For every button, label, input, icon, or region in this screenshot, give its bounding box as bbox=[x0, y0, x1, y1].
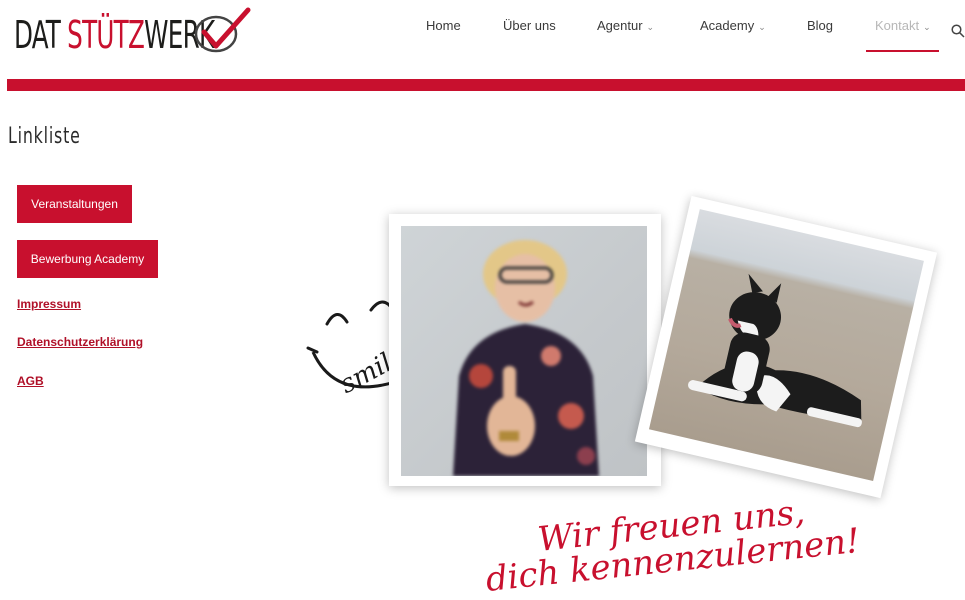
logo-wordmark: DAT STÜTZWERK bbox=[14, 13, 215, 57]
nav-home[interactable]: Home bbox=[426, 18, 461, 33]
nav-agency[interactable]: Agentur ⌄ bbox=[597, 18, 654, 33]
imprint-link[interactable]: Impressum bbox=[17, 297, 81, 311]
logo-check-icon bbox=[194, 7, 251, 53]
chevron-down-icon: ⌄ bbox=[646, 22, 655, 32]
privacy-link[interactable]: Datenschutzerklärung bbox=[17, 335, 143, 349]
photo-dog-beach bbox=[634, 195, 938, 499]
academy-application-button[interactable]: Bewerbung Academy bbox=[17, 240, 158, 278]
chevron-down-icon: ⌄ bbox=[923, 22, 931, 32]
woman-photo-illustration bbox=[453, 240, 599, 476]
main-navigation: Home Über uns Agentur ⌄ Academy ⌄ Blog Kon… bbox=[400, 18, 965, 48]
dog-photo-illustration bbox=[688, 273, 862, 428]
page-title: Linkliste bbox=[8, 124, 81, 149]
active-nav-underline bbox=[866, 50, 939, 52]
photo-woman-thumbs-up bbox=[389, 214, 661, 486]
nav-academy[interactable]: Academy ⌄ bbox=[700, 18, 766, 33]
nav-contact[interactable]: Kontakt ⌄ bbox=[875, 18, 931, 33]
nav-about[interactable]: Über uns bbox=[503, 18, 556, 33]
search-icon[interactable] bbox=[951, 24, 965, 38]
events-button[interactable]: Veranstaltungen bbox=[17, 185, 132, 223]
terms-link[interactable]: AGB bbox=[17, 374, 44, 388]
chevron-down-icon: ⌄ bbox=[758, 22, 766, 32]
nav-blog[interactable]: Blog bbox=[807, 18, 833, 33]
header-accent-bar bbox=[7, 79, 965, 91]
